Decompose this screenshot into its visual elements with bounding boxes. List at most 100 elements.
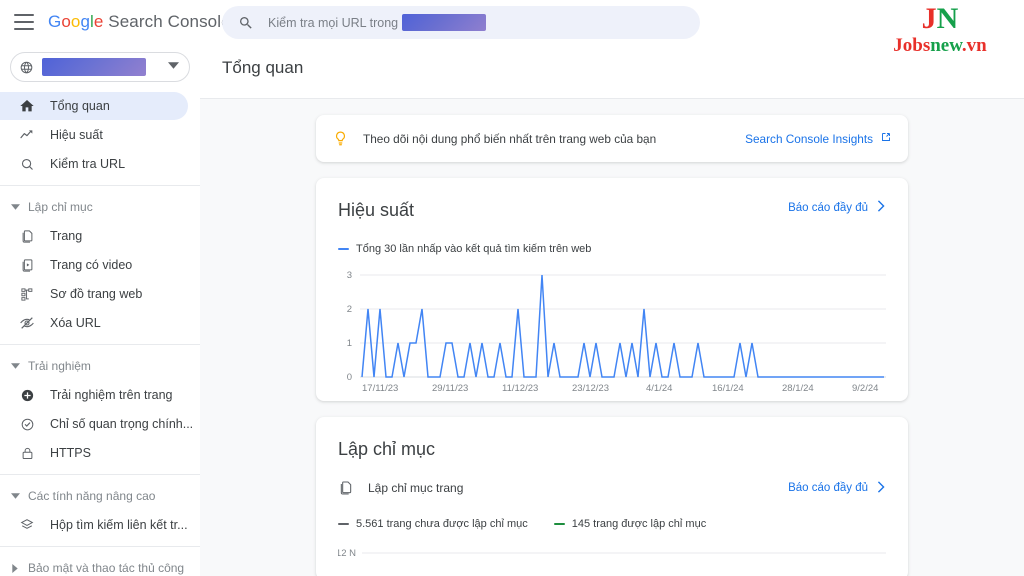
sidebar-item-hop-tim-kiem-lien-ket[interactable]: Hộp tìm kiếm liên kết tr... — [0, 511, 188, 539]
globe-icon — [19, 60, 34, 75]
svg-text:9/2/24: 9/2/24 — [852, 383, 878, 393]
sidebar-item-label: Xóa URL — [50, 316, 101, 330]
page-experience-icon — [18, 386, 36, 404]
caret-down-icon — [10, 493, 20, 499]
performance-card: Hiệu suất Báo cáo đầy đủ Tổng 30 lần nhấ… — [316, 178, 908, 401]
sidebar: Tổng quan Hiệu suất Kiểm tra URL Lập chỉ… — [0, 44, 200, 576]
sidebar-item-trang[interactable]: Trang — [0, 222, 188, 250]
pages-icon — [18, 227, 36, 245]
legend-item-indexed[interactable]: 145 trang được lập chỉ mục — [553, 518, 707, 530]
svg-text:17/11/23: 17/11/23 — [362, 383, 398, 393]
chart-series-line — [361, 274, 884, 378]
indexing-card-title: Lập chỉ mục — [338, 439, 436, 459]
url-inspection-search[interactable]: Kiểm tra mọi URL trong — [222, 6, 700, 39]
property-selector[interactable] — [10, 52, 190, 82]
legend-label: 5.561 trang chưa được lập chỉ mục — [356, 518, 528, 530]
redacted-property-value — [42, 58, 146, 76]
lock-icon — [18, 444, 36, 462]
sidebar-divider — [0, 344, 200, 345]
search-console-insights-link[interactable]: Search Console Insights — [745, 131, 892, 146]
sidebar-section-bao-mat-thao-tac-thu-cong[interactable]: Bảo mật và thao tác thủ công — [0, 554, 200, 576]
svg-text:23/12/23: 23/12/23 — [572, 383, 609, 393]
sidebar-item-label: HTTPS — [50, 446, 91, 460]
legend-color-swatch — [338, 522, 349, 526]
indexing-chart-svg: 12 N — [338, 548, 886, 559]
page-header: Tổng quan — [200, 44, 1024, 99]
external-link-icon — [880, 131, 892, 146]
app-root: Google Search Console Kiểm tra mọi URL t… — [0, 0, 1024, 576]
performance-chart[interactable]: 3 2 1 0 17/11/23 29/11/23 11/12/23 23/12… — [338, 269, 886, 393]
indexing-chart[interactable]: 12 N — [338, 542, 886, 572]
svg-text:16/1/24: 16/1/24 — [712, 383, 744, 393]
sidebar-item-https[interactable]: HTTPS — [0, 439, 188, 467]
layers-icon — [18, 516, 36, 534]
sidebar-item-hieu-suat[interactable]: Hiệu suất — [0, 121, 188, 149]
sidebar-item-label: Chỉ số quan trọng chính... — [50, 417, 194, 431]
chart-y-axis-labels: 3 2 1 0 — [347, 270, 352, 383]
search-icon — [18, 155, 36, 173]
svg-text:1: 1 — [347, 338, 352, 349]
indexing-legend: 5.561 trang chưa được lập chỉ mục 145 tr… — [338, 518, 886, 530]
performance-full-report-link[interactable]: Báo cáo đầy đủ — [788, 200, 886, 215]
sidebar-item-xoa-url[interactable]: Xóa URL — [0, 309, 188, 337]
core-vitals-icon — [18, 415, 36, 433]
indexing-y-tick: 12 N — [338, 548, 356, 559]
sidebar-item-trai-nghiem-tren-trang[interactable]: Trải nghiệm trên trang — [0, 381, 188, 409]
svg-text:0: 0 — [347, 372, 352, 383]
sidebar-item-label: Trang — [50, 229, 83, 243]
sidebar-section-cac-tinh-nang-nang-cao[interactable]: Các tính năng nâng cao — [0, 482, 200, 510]
lightbulb-icon — [332, 130, 349, 147]
full-report-label: Báo cáo đầy đủ — [788, 201, 868, 214]
sidebar-item-tong-quan[interactable]: Tổng quan — [0, 92, 188, 120]
sidebar-section-label: Trải nghiệm — [28, 359, 91, 373]
sidebar-item-trang-co-video[interactable]: Trang có video — [0, 251, 188, 279]
performance-card-body: Hiệu suất Báo cáo đầy đủ Tổng 30 lần nhấ… — [316, 178, 908, 401]
pages-icon — [338, 480, 354, 496]
search-icon — [238, 15, 254, 31]
svg-text:29/11/23: 29/11/23 — [432, 383, 468, 393]
sidebar-item-so-do-trang-web[interactable]: Sơ đồ trang web — [0, 280, 188, 308]
sidebar-section-label: Bảo mật và thao tác thủ công — [28, 561, 185, 575]
sidebar-section-label: Lập chỉ mục — [28, 200, 93, 214]
insights-banner-text: Theo dõi nội dung phổ biến nhất trên tra… — [363, 131, 657, 146]
sidebar-divider — [0, 474, 200, 475]
sidebar-item-label: Sơ đồ trang web — [50, 287, 143, 301]
legend-item-clicks[interactable]: Tổng 30 lần nhấp vào kết quả tìm kiếm tr… — [338, 243, 591, 255]
legend-color-swatch — [338, 247, 349, 251]
svg-text:28/1/24: 28/1/24 — [782, 383, 814, 393]
indexing-card: Lập chỉ mục Lập chỉ mục trang Báo cáo đầ… — [316, 417, 908, 576]
indexing-subsection-row: Lập chỉ mục trang Báo cáo đầy đủ — [338, 480, 886, 496]
video-page-icon — [18, 256, 36, 274]
sidebar-item-label: Trải nghiệm trên trang — [50, 388, 173, 402]
svg-text:11/12/23: 11/12/23 — [502, 383, 538, 393]
search-input-placeholder: Kiểm tra mọi URL trong — [268, 15, 399, 30]
sidebar-item-label: Kiểm tra URL — [50, 157, 126, 171]
chevron-down-icon[interactable] — [168, 58, 179, 76]
indexing-full-report-link[interactable]: Báo cáo đầy đủ — [788, 480, 886, 496]
sidebar-section-trai-nghiem[interactable]: Trải nghiệm — [0, 352, 200, 380]
product-name: Search Console — [108, 12, 231, 31]
sidebar-divider — [0, 546, 200, 547]
trending-up-icon — [18, 126, 36, 144]
caret-right-icon — [10, 563, 20, 573]
insights-banner-card: Theo dõi nội dung phổ biến nhất trên tra… — [316, 115, 908, 162]
performance-card-header: Hiệu suất Báo cáo đầy đủ — [338, 200, 886, 221]
legend-item-not-indexed[interactable]: 5.561 trang chưa được lập chỉ mục — [338, 518, 528, 530]
chart-x-axis-labels: 17/11/23 29/11/23 11/12/23 23/12/23 4/1/… — [362, 383, 878, 393]
sidebar-divider — [0, 185, 200, 186]
legend-label: 145 trang được lập chỉ mục — [571, 518, 707, 530]
full-report-label: Báo cáo đầy đủ — [788, 482, 868, 494]
sidebar-section-lap-chi-muc[interactable]: Lập chỉ mục — [0, 193, 200, 221]
chevron-right-icon — [876, 480, 886, 496]
google-wordmark: Google — [48, 12, 104, 31]
hamburger-menu-icon[interactable] — [14, 14, 34, 30]
sidebar-item-chi-so-quan-trong-chinh[interactable]: Chỉ số quan trọng chính... — [0, 410, 193, 438]
brand-logo[interactable]: Google Search Console — [48, 12, 231, 32]
chevron-right-icon — [876, 200, 886, 215]
performance-legend: Tổng 30 lần nhấp vào kết quả tìm kiếm tr… — [338, 243, 886, 255]
search-placeholder-row: Kiểm tra mọi URL trong — [268, 14, 487, 31]
content-scroll-area[interactable]: Theo dõi nội dung phổ biến nhất trên tra… — [200, 99, 1024, 576]
top-app-bar: Google Search Console Kiểm tra mọi URL t… — [0, 0, 1024, 44]
sidebar-item-kiem-tra-url[interactable]: Kiểm tra URL — [0, 150, 188, 178]
legend-color-swatch — [553, 522, 565, 526]
